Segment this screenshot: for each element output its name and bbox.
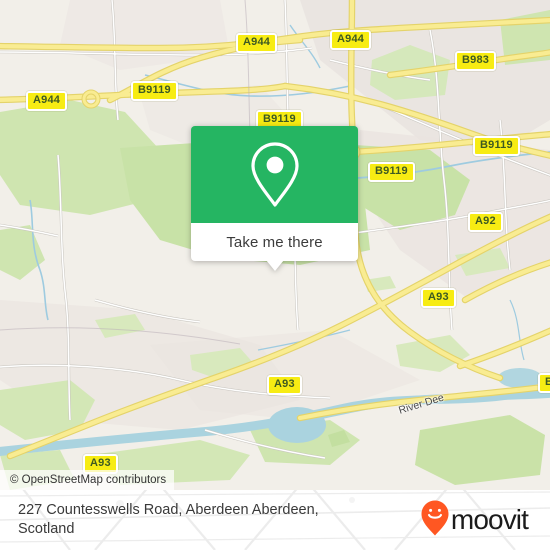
road-shield[interactable]: A944 (26, 91, 68, 111)
road-shield[interactable]: A944 (330, 30, 372, 50)
road-shield[interactable]: B9119 (473, 136, 520, 156)
callout-tail (266, 260, 284, 271)
attribution-text: © OpenStreetMap contributors (10, 474, 167, 486)
map-attribution[interactable]: © OpenStreetMap contributors (0, 470, 175, 490)
road-shield[interactable]: A92 (468, 212, 503, 232)
address-line-2: Scotland (18, 521, 75, 537)
road-shield[interactable]: A93 (421, 288, 456, 308)
moovit-wordmark: moovit (450, 504, 529, 535)
road-shield[interactable]: B9119 (368, 162, 415, 182)
location-address: 227 Countesswells Road, Aberdeen Aberdee… (18, 501, 319, 539)
road-shield[interactable]: B (538, 373, 550, 393)
callout-action-label: Take me there (226, 233, 323, 251)
callout-action[interactable]: Take me there (191, 223, 358, 261)
moovit-pin-smile-icon (420, 499, 450, 542)
address-line-1: 227 Countesswells Road, Aberdeen Aberdee… (18, 502, 319, 518)
moovit-brand[interactable]: moovit (420, 499, 529, 542)
road-shield[interactable]: A944 (236, 33, 278, 53)
location-callout[interactable]: Take me there (191, 126, 358, 271)
map-page: A944 A944 A944 B9119 B9119 B983 B9119 B9… (0, 0, 550, 550)
footer-content: 227 Countesswells Road, Aberdeen Aberdee… (0, 490, 550, 550)
road-shield[interactable]: B9119 (131, 81, 178, 101)
footer-bar: 227 Countesswells Road, Aberdeen Aberdee… (0, 490, 550, 550)
map-pin-icon (248, 140, 302, 210)
callout-header (191, 126, 358, 223)
road-shield[interactable]: A93 (267, 375, 302, 395)
road-shield[interactable]: B983 (455, 51, 497, 71)
map-canvas[interactable]: A944 A944 A944 B9119 B9119 B983 B9119 B9… (0, 0, 550, 490)
